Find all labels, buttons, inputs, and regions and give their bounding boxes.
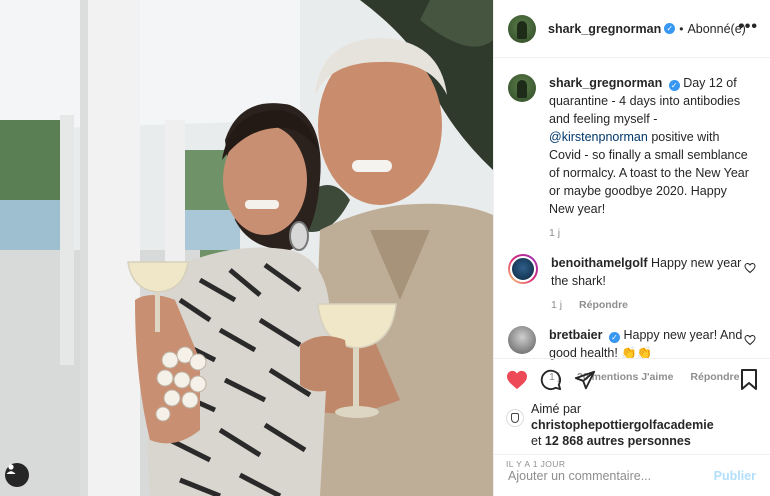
liked-by-summary: Aimé par christophepottiergolfacademie e…	[506, 401, 758, 449]
caption-time[interactable]: 1 j	[549, 227, 560, 239]
caption-username[interactable]: shark_gregnorman	[549, 76, 662, 90]
verified-badge-icon: ✓	[608, 332, 620, 343]
comment-body: benoithamelgolf Happy new year the shark…	[551, 254, 756, 314]
reply-button[interactable]: Répondre	[579, 299, 628, 311]
add-comment-bar: Publier	[494, 454, 770, 496]
more-options-icon[interactable]: •••	[738, 18, 758, 36]
comment-time[interactable]: 1 j	[551, 299, 562, 311]
heart-icon[interactable]	[506, 370, 528, 390]
caption-meta: 1 j	[549, 224, 754, 242]
post-photo[interactable]	[0, 0, 493, 496]
caption-avatar[interactable]	[508, 74, 536, 102]
caption-mention-link[interactable]: @kirstenpnorman	[549, 130, 648, 144]
liked-prefix: Aimé par	[531, 402, 582, 416]
comment-username[interactable]: bretbaier	[549, 328, 603, 342]
tag-user-icon[interactable]	[5, 463, 29, 487]
comment-like-heart-icon[interactable]	[744, 262, 756, 274]
commenter-avatar[interactable]	[508, 254, 538, 284]
verified-badge-icon: ✓	[664, 23, 676, 34]
share-icon[interactable]	[574, 369, 596, 391]
bookmark-icon[interactable]	[740, 369, 758, 391]
commenter-avatar[interactable]	[508, 326, 536, 354]
liked-others-link[interactable]: 12 868 autres personnes	[545, 434, 691, 448]
caption-row: shark_gregnorman ✓ Day 12 of quarantine …	[508, 74, 756, 242]
action-icons	[506, 369, 758, 391]
liked-and: et	[531, 434, 542, 448]
comment-icon[interactable]	[540, 369, 562, 391]
liked-user-link[interactable]: christophepottiergolfacademie	[531, 418, 714, 432]
liker-avatar[interactable]	[506, 409, 524, 427]
author-username[interactable]: shark_gregnorman	[548, 22, 661, 36]
liked-by-text: Aimé par christophepottiergolfacademie e…	[531, 401, 758, 449]
comments-list: shark_gregnorman ✓ Day 12 of quarantine …	[494, 58, 770, 383]
follow-status-button[interactable]: Abonné(e)	[687, 22, 745, 36]
publish-button[interactable]: Publier	[714, 469, 756, 483]
comment-username[interactable]: benoithamelgolf	[551, 256, 648, 270]
separator-dot: •	[679, 21, 684, 36]
comment-input[interactable]	[508, 468, 714, 483]
caption-body: shark_gregnorman ✓ Day 12 of quarantine …	[549, 74, 754, 242]
post-header: shark_gregnorman ✓ • Abonné(e) •••	[494, 0, 770, 58]
post-actions: Aimé par christophepottiergolfacademie e…	[494, 358, 770, 469]
post-side-panel: shark_gregnorman ✓ • Abonné(e) ••• shark…	[493, 0, 770, 496]
verified-badge-icon: ✓	[668, 80, 680, 91]
comment-row: benoithamelgolf Happy new year the shark…	[508, 254, 756, 314]
author-avatar[interactable]	[508, 14, 536, 43]
comment-like-heart-icon[interactable]	[744, 334, 756, 346]
photo-illustration	[0, 0, 493, 496]
comment-meta: 1 j Répondre	[551, 296, 756, 314]
